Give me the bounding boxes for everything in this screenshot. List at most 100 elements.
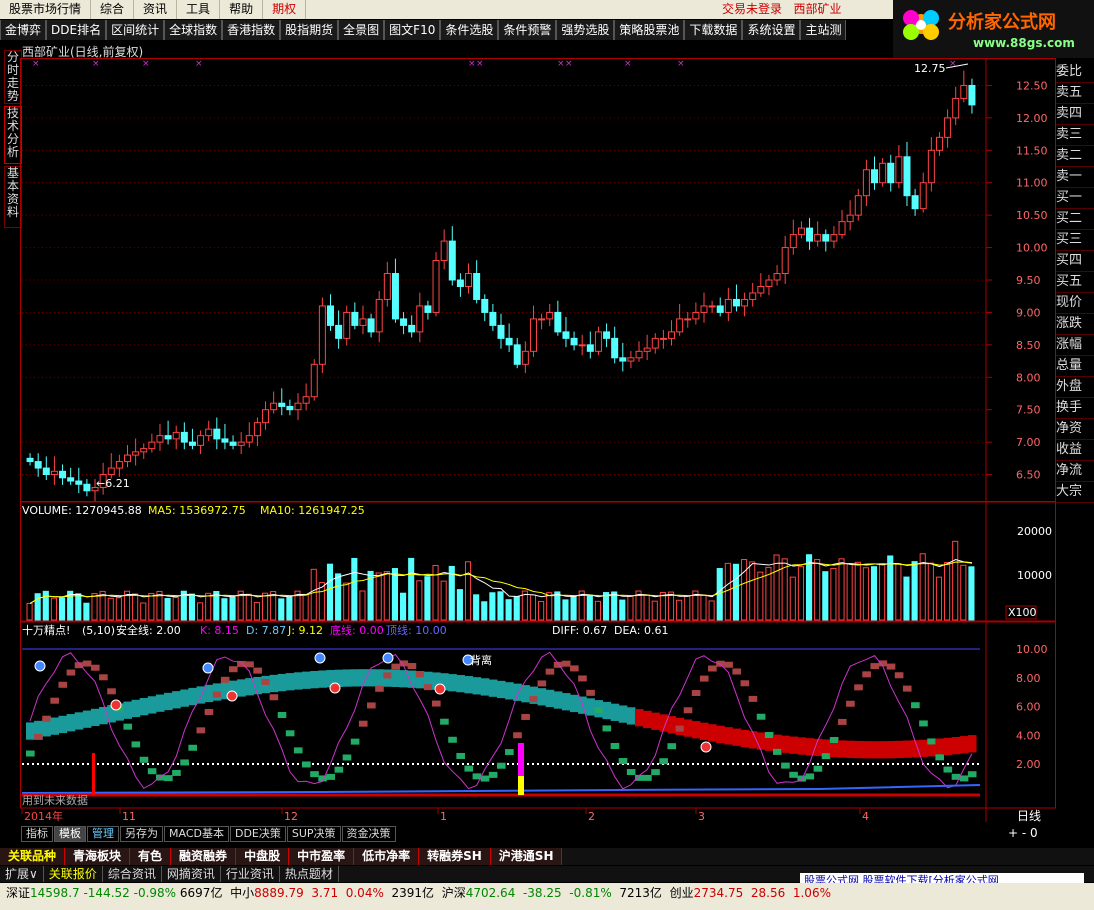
toolbar-main-station[interactable]: 主站测 [800, 20, 847, 40]
volume-bar [676, 599, 683, 621]
login-status[interactable]: 交易未登录 西部矿业 [722, 0, 841, 19]
subtab-related-quote[interactable]: 关联报价 [44, 866, 103, 882]
sector-tab-qinghai[interactable]: 青海板块 [65, 848, 131, 865]
volume-bar [554, 591, 561, 621]
quote-field-label: 外盘 [1056, 377, 1094, 398]
menu-options[interactable]: 期权 [263, 0, 307, 19]
ribbon-segment [50, 717, 59, 735]
sector-tab-nonferrous[interactable]: 有色 [130, 848, 172, 865]
ribbon-segment [90, 708, 100, 727]
kline-chart[interactable]: 12.5012.0011.5011.0010.5010.009.509.008.… [20, 58, 1056, 822]
ribbon-segment [919, 739, 928, 757]
toolbar-panorama[interactable]: 全景图 [338, 20, 385, 40]
candle-body [229, 441, 237, 446]
toolbar-strategy-pool[interactable]: 策略股票池 [614, 20, 685, 40]
sz-value: 14598.7 [30, 886, 80, 900]
toolbar-settings[interactable]: 系统设置 [742, 20, 801, 40]
ribbon-segment [610, 703, 620, 721]
quote-field-label: 卖五 [1056, 83, 1094, 104]
toolbar-condition-select[interactable]: 条件选股 [440, 20, 499, 40]
tab-manage[interactable]: 管理 [87, 826, 119, 842]
signal-ball-icon [382, 652, 394, 664]
quote-field-label: 现价 [1056, 293, 1094, 314]
subtab-composite-news[interactable]: 综合资讯 [103, 866, 162, 882]
tab-capital[interactable]: 资金决策 [341, 826, 396, 842]
sector-tab-mid-pe[interactable]: 中市盈率 [289, 848, 355, 865]
volume-bar [42, 590, 49, 621]
volume-bar [205, 592, 212, 621]
toolbar-global-index[interactable]: 全球指数 [164, 20, 223, 40]
menu-help[interactable]: 帮助 [220, 0, 264, 19]
sector-tab-related[interactable]: 关联品种 [0, 848, 66, 865]
quote-field-label: 净资 [1056, 419, 1094, 440]
sector-tab-margin[interactable]: 融资融券 [171, 848, 237, 865]
candle-body [132, 451, 140, 456]
stoch-segment [732, 668, 742, 675]
volume-bar [50, 597, 57, 621]
zoom-controls[interactable]: + - 0 [1008, 826, 1038, 840]
menu-tools[interactable]: 工具 [177, 0, 221, 19]
candle-body [822, 234, 830, 242]
candle-body [968, 84, 976, 106]
volume-bar [115, 597, 122, 621]
tab-save-as[interactable]: 另存为 [120, 826, 163, 842]
sector-tab-low-pb[interactable]: 低市净率 [354, 848, 420, 865]
stoch-segment [683, 707, 693, 714]
toolbar-strong-select[interactable]: 强势选股 [556, 20, 615, 40]
candle-body [862, 169, 870, 197]
menu-market[interactable]: 股票市场行情 [0, 0, 92, 19]
toolbar-dde-rank[interactable]: DDE排名 [46, 20, 107, 40]
tab-sup[interactable]: SUP决策 [286, 826, 341, 842]
tab-dde[interactable]: DDE决策 [229, 826, 286, 842]
toolbar-futures[interactable]: 股指期货 [280, 20, 339, 40]
subtab-web-digest[interactable]: 网摘资讯 [162, 866, 221, 882]
period-label[interactable]: 日线 [1017, 809, 1041, 822]
tab-template[interactable]: 模板 [54, 826, 86, 842]
candle-body [562, 331, 570, 339]
menu-composite[interactable]: 综合 [91, 0, 135, 19]
toolbar-jinboyi[interactable]: 金博弈 [0, 20, 47, 40]
subtab-industry-news[interactable]: 行业资讯 [221, 866, 280, 882]
volume-bar [489, 592, 496, 621]
volume-bar [335, 573, 342, 621]
quote-field-label: 换手 [1056, 398, 1094, 419]
volume-bar [351, 557, 358, 621]
quote-field-label: 涨幅 [1056, 335, 1094, 356]
candle-body [676, 318, 684, 333]
indicator-tick-label: 10.00 [1016, 643, 1048, 656]
candle-body [367, 318, 375, 333]
ribbon-segment [147, 696, 157, 714]
ribbon-segment [342, 669, 352, 687]
toolbar-hk-index[interactable]: 香港指数 [222, 20, 281, 40]
marker-x: × [677, 59, 685, 69]
toolbar-f10[interactable]: 图文F10 [384, 20, 441, 40]
toolbar-download[interactable]: 下载数据 [684, 20, 743, 40]
candle-body [326, 305, 334, 326]
subtab-hot-topics[interactable]: 热点题材 [280, 866, 339, 882]
ribbon-segment [854, 740, 863, 759]
tab-indicator[interactable]: 指标 [21, 826, 53, 842]
volume-label: VOLUME: 1270945.88 [22, 504, 142, 517]
ribbon-segment [302, 671, 311, 689]
candle-body [603, 331, 611, 339]
stoch-segment [350, 738, 360, 745]
volume-bar [383, 571, 390, 621]
subtab-expand[interactable]: 扩展∨ [0, 866, 44, 882]
tab-macd[interactable]: MACD基本 [164, 826, 229, 842]
menu-news[interactable]: 资讯 [134, 0, 178, 19]
candle-body [416, 305, 424, 333]
ribbon-segment [967, 735, 977, 753]
candle-body [302, 396, 310, 404]
sector-tab-midcap[interactable]: 中盘股 [236, 848, 290, 865]
candle-body [262, 409, 270, 424]
marker-x: × [142, 59, 150, 69]
sector-tab-hk-connect[interactable]: 沪港通SH [490, 848, 563, 865]
sector-tab-sec-lending[interactable]: 转融券SH [419, 848, 491, 865]
volume-bar [789, 576, 796, 621]
toolbar-condition-alert[interactable]: 条件预警 [498, 20, 557, 40]
zx-label: 中小 [230, 886, 255, 900]
divergence-label: 背离 [470, 653, 492, 667]
toolbar-range-stats[interactable]: 区间统计 [106, 20, 165, 40]
candle-body [83, 483, 91, 492]
candle-body [749, 292, 757, 300]
